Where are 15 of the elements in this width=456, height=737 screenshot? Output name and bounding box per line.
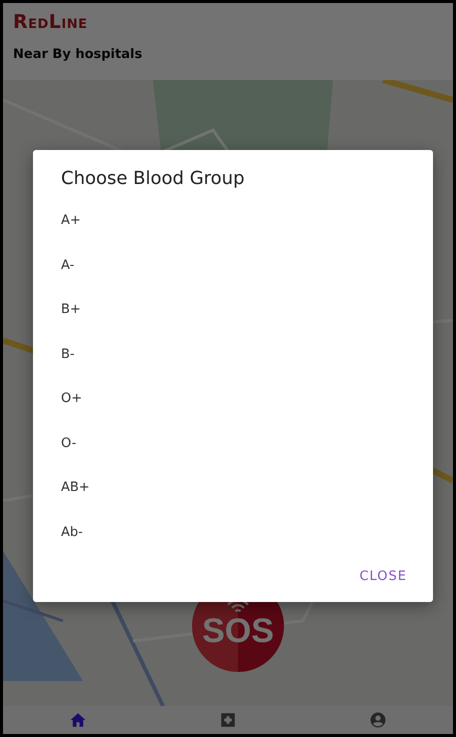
blood-group-option[interactable]: O- <box>33 422 433 466</box>
section-title: Near By hospitals <box>13 47 144 62</box>
blood-group-option[interactable]: A- <box>33 244 433 288</box>
blood-group-option[interactable]: B+ <box>33 288 433 332</box>
home-icon <box>69 711 87 729</box>
blood-group-option[interactable]: O+ <box>33 377 433 422</box>
blood-group-option[interactable]: A+ <box>33 199 433 244</box>
blood-group-option[interactable]: Ab- <box>33 510 433 555</box>
blood-group-option[interactable]: AB+ <box>33 466 433 510</box>
dialog-title: Choose Blood Group <box>60 167 246 189</box>
app-title: RedLine <box>13 11 89 33</box>
account-icon <box>369 711 387 729</box>
close-button[interactable]: CLOSE <box>355 565 411 588</box>
blood-group-option[interactable]: B- <box>33 332 433 377</box>
plus-icon <box>219 711 237 729</box>
